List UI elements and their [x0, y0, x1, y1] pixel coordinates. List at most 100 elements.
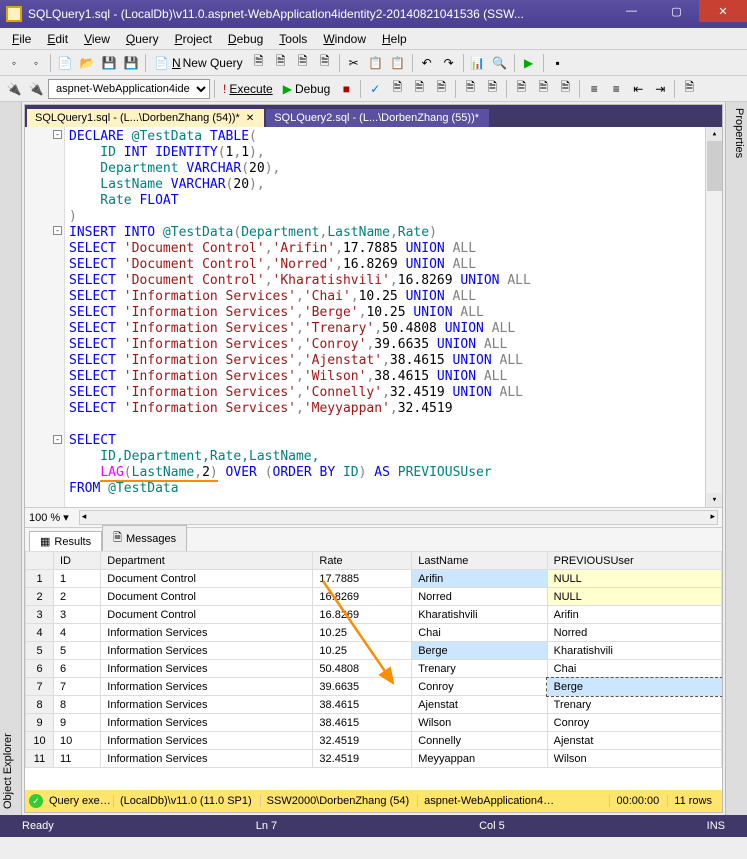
- column-header[interactable]: Department: [101, 552, 313, 570]
- grid-cell[interactable]: 9: [26, 714, 54, 732]
- grid-cell[interactable]: 11: [26, 750, 54, 768]
- cut-icon[interactable]: ✂: [344, 53, 364, 73]
- column-header[interactable]: ID: [54, 552, 101, 570]
- grid-cell[interactable]: 10.25: [313, 624, 412, 642]
- grid-cell[interactable]: 9: [54, 714, 101, 732]
- grid-cell[interactable]: 17.7885: [313, 570, 412, 588]
- parse-icon[interactable]: ✓: [365, 79, 385, 99]
- grid-cell[interactable]: 16.8269: [313, 606, 412, 624]
- database-dropdown[interactable]: aspnet-WebApplication4ide: [48, 79, 210, 99]
- grid-cell[interactable]: NULL: [547, 588, 721, 606]
- grid-cell[interactable]: 1: [26, 570, 54, 588]
- grid-cell[interactable]: 39.6635: [313, 678, 412, 696]
- grid-cell[interactable]: Kharatishvili: [412, 606, 547, 624]
- cancel-query-icon[interactable]: ■: [336, 79, 356, 99]
- grid-cell[interactable]: 5: [54, 642, 101, 660]
- grid-cell[interactable]: Connelly: [412, 732, 547, 750]
- grid-cell[interactable]: 5: [26, 642, 54, 660]
- column-header[interactable]: [26, 552, 54, 570]
- grid-cell[interactable]: 6: [26, 660, 54, 678]
- debug-button[interactable]: ▶ Debug: [279, 82, 335, 96]
- tab-close-icon[interactable]: ✕: [246, 113, 254, 124]
- minimize-button[interactable]: —: [609, 0, 654, 22]
- grid-cell[interactable]: Information Services: [101, 642, 313, 660]
- table-row[interactable]: 77Information Services39.6635ConroyBerge: [26, 678, 722, 696]
- properties-tab[interactable]: Properties: [725, 102, 747, 815]
- grid-cell[interactable]: Conroy: [412, 678, 547, 696]
- table-row[interactable]: 11Document Control17.7885ArifinNULL: [26, 570, 722, 588]
- grid-cell[interactable]: 4: [26, 624, 54, 642]
- include-stats-icon[interactable]: 🗎: [482, 79, 502, 99]
- grid-cell[interactable]: Norred: [547, 624, 721, 642]
- close-button[interactable]: ✕: [699, 0, 747, 22]
- grid-cell[interactable]: Information Services: [101, 714, 313, 732]
- grid-cell[interactable]: 7: [54, 678, 101, 696]
- table-row[interactable]: 1111Information Services32.4519Meyyappan…: [26, 750, 722, 768]
- menu-window[interactable]: Window: [315, 30, 374, 48]
- grid-cell[interactable]: 16.8269: [313, 588, 412, 606]
- grid-cell[interactable]: 11: [54, 750, 101, 768]
- grid-cell[interactable]: Berge: [412, 642, 547, 660]
- grid-cell[interactable]: Trenary: [412, 660, 547, 678]
- open-icon[interactable]: 📂: [77, 53, 97, 73]
- results-file-icon[interactable]: 🗎: [555, 79, 575, 99]
- grid-cell[interactable]: 10: [26, 732, 54, 750]
- grid-cell[interactable]: 38.4615: [313, 696, 412, 714]
- grid-cell[interactable]: Information Services: [101, 750, 313, 768]
- grid-cell[interactable]: Conroy: [547, 714, 721, 732]
- specify-values-icon[interactable]: 🗎: [679, 79, 699, 99]
- save-icon[interactable]: 💾: [99, 53, 119, 73]
- menu-edit[interactable]: Edit: [39, 30, 76, 48]
- execute-button[interactable]: ! Execute: [219, 82, 277, 96]
- table-row[interactable]: 44Information Services10.25ChaiNorred: [26, 624, 722, 642]
- tab-messages[interactable]: 🗎Messages: [102, 525, 187, 551]
- display-plan-icon[interactable]: 🗎: [387, 79, 407, 99]
- nav-back-icon[interactable]: ◦: [4, 53, 24, 73]
- intellisense-icon[interactable]: 🗎: [431, 79, 451, 99]
- new-query-button[interactable]: 📄 NNew Query: [150, 56, 247, 70]
- grid-cell[interactable]: 1: [54, 570, 101, 588]
- db-engine-query-icon[interactable]: 🗎: [249, 53, 269, 73]
- editor-scrollbar-horizontal[interactable]: ◂▸: [79, 510, 718, 525]
- column-header[interactable]: LastName: [412, 552, 547, 570]
- grid-cell[interactable]: Information Services: [101, 678, 313, 696]
- zoom-level[interactable]: 100 % ▾: [29, 511, 69, 524]
- grid-cell[interactable]: Ajenstat: [547, 732, 721, 750]
- table-row[interactable]: 55Information Services10.25BergeKharatis…: [26, 642, 722, 660]
- misc-icon[interactable]: ▪: [548, 53, 568, 73]
- results-text-icon[interactable]: 🗎: [533, 79, 553, 99]
- start-icon[interactable]: ▶: [519, 53, 539, 73]
- maximize-button[interactable]: ▢: [654, 0, 699, 22]
- table-row[interactable]: 33Document Control16.8269KharatishviliAr…: [26, 606, 722, 624]
- save-all-icon[interactable]: 💾: [121, 53, 141, 73]
- fold-icon[interactable]: -: [53, 435, 62, 444]
- menu-view[interactable]: View: [76, 30, 118, 48]
- grid-cell[interactable]: Information Services: [101, 624, 313, 642]
- scroll-thumb[interactable]: [707, 141, 722, 191]
- grid-cell[interactable]: Information Services: [101, 732, 313, 750]
- grid-cell[interactable]: Wilson: [547, 750, 721, 768]
- indent-in-icon[interactable]: ⇤: [628, 79, 648, 99]
- grid-cell[interactable]: 8: [26, 696, 54, 714]
- grid-cell[interactable]: Chai: [547, 660, 721, 678]
- grid-cell[interactable]: 6: [54, 660, 101, 678]
- grid-cell[interactable]: 10: [54, 732, 101, 750]
- object-explorer-tab[interactable]: Object Explorer: [0, 102, 22, 815]
- mdx-query-icon[interactable]: 🗎: [271, 53, 291, 73]
- menu-query[interactable]: Query: [118, 30, 167, 48]
- grid-cell[interactable]: Norred: [412, 588, 547, 606]
- activity-monitor-icon[interactable]: 📊: [468, 53, 488, 73]
- grid-cell[interactable]: Kharatishvili: [547, 642, 721, 660]
- grid-cell[interactable]: Document Control: [101, 606, 313, 624]
- table-row[interactable]: 88Information Services38.4615AjenstatTre…: [26, 696, 722, 714]
- grid-cell[interactable]: Document Control: [101, 570, 313, 588]
- results-grid-icon[interactable]: 🗎: [511, 79, 531, 99]
- grid-cell[interactable]: Arifin: [547, 606, 721, 624]
- grid-cell[interactable]: Chai: [412, 624, 547, 642]
- scroll-up-icon[interactable]: ▴: [707, 127, 722, 141]
- undo-icon[interactable]: ↶: [417, 53, 437, 73]
- table-row[interactable]: 99Information Services38.4615WilsonConro…: [26, 714, 722, 732]
- menu-debug[interactable]: Debug: [220, 30, 271, 48]
- grid-cell[interactable]: 3: [54, 606, 101, 624]
- tab-sqlquery2[interactable]: SQLQuery2.sql - (L...\DorbenZhang (55))*: [266, 109, 489, 127]
